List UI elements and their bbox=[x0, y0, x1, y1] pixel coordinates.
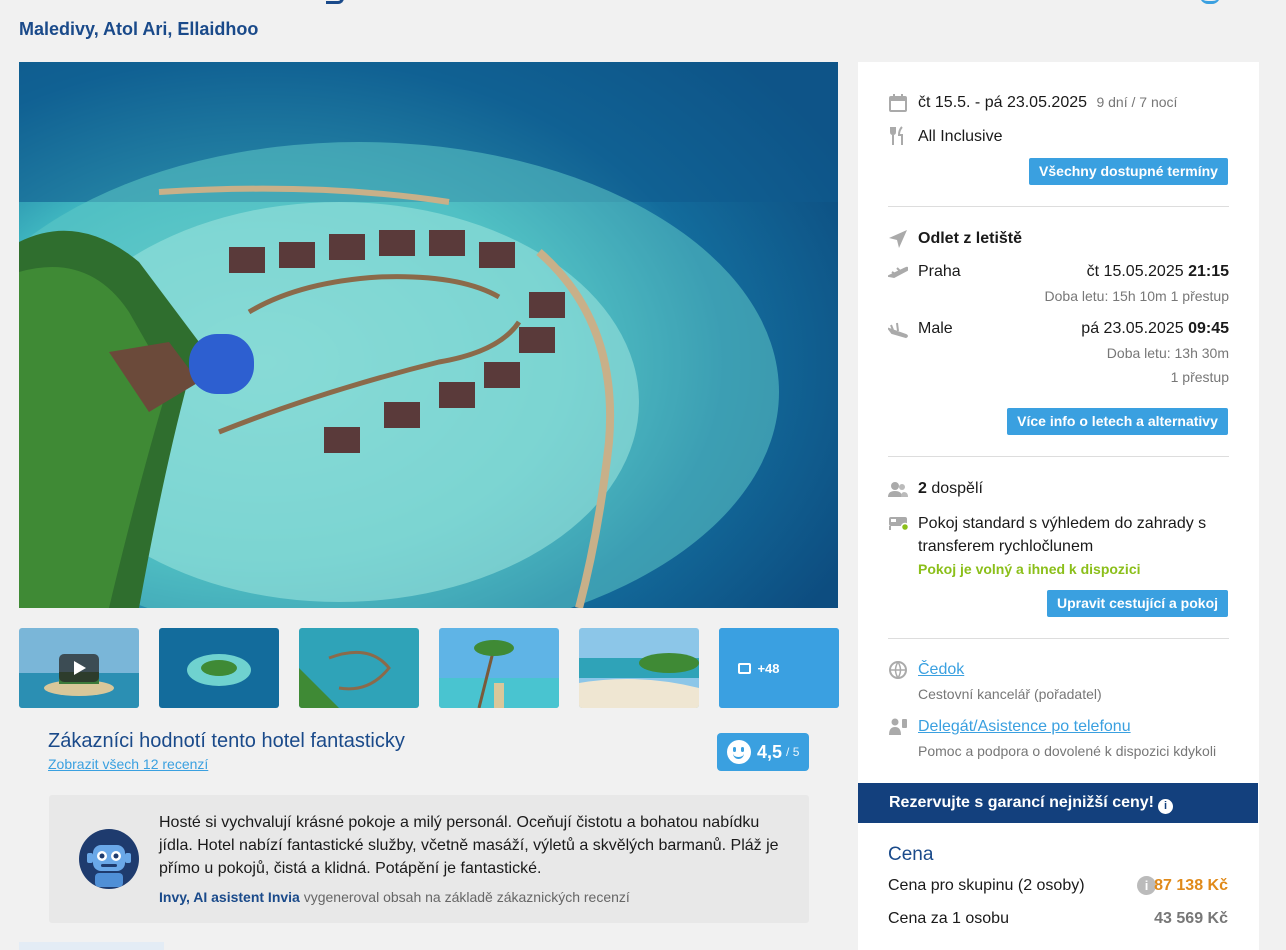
outbound-city: Praha bbox=[918, 263, 961, 280]
departure-heading: Odlet z letiště bbox=[918, 230, 1023, 247]
ai-summary-text: Hosté si vychvalují krásné pokoje a milý… bbox=[159, 814, 779, 877]
travelers-row: 2 dospělí bbox=[888, 479, 1229, 501]
reviews-title: Zákazníci hodnotí tento hotel fantastick… bbox=[48, 730, 405, 752]
gallery-more[interactable]: +48 bbox=[719, 628, 839, 708]
assistance-description: Pomoc a podpora o dovolené k dispozici k… bbox=[918, 743, 1217, 759]
rating-badge: 4,5 / 5 bbox=[717, 733, 809, 771]
board-row: All Inclusive bbox=[888, 126, 1229, 148]
inbound-time: 09:45 bbox=[1188, 320, 1229, 337]
bed-icon bbox=[889, 517, 908, 532]
plane-takeoff-icon bbox=[888, 266, 908, 279]
price-title: Cena bbox=[888, 844, 934, 865]
assistance-row: Delegát/Asistence po telefonu Pomoc a po… bbox=[888, 717, 1229, 763]
outbound-date: čt 15.05.2025 bbox=[1086, 263, 1184, 280]
ai-attribution: Invy, AI asistent Invia vygeneroval obsa… bbox=[159, 889, 630, 905]
bottom-fragment bbox=[19, 942, 164, 950]
top-right-fragment bbox=[1200, 0, 1220, 4]
travel-duration: 9 dní / 7 nocí bbox=[1096, 94, 1178, 110]
gallery-thumbnail[interactable] bbox=[579, 628, 699, 708]
ai-note: vygeneroval obsah na základě zákaznickýc… bbox=[299, 889, 630, 905]
gallery-more-count: +48 bbox=[757, 660, 780, 676]
group-price-row: Cena pro skupinu (2 osoby) i 87 138 Kč bbox=[888, 876, 1228, 895]
outbound-time: 21:15 bbox=[1188, 263, 1229, 280]
main-photo[interactable] bbox=[19, 62, 838, 608]
divider bbox=[888, 456, 1229, 457]
ai-summary-box: Hosté si vychvalují krásné pokoje a milý… bbox=[49, 795, 809, 923]
play-icon[interactable] bbox=[59, 654, 99, 682]
info-icon[interactable]: i bbox=[1158, 799, 1173, 814]
gallery-thumbnail[interactable] bbox=[439, 628, 559, 708]
room-description: Pokoj standard s výhledem do zahrady s t… bbox=[918, 515, 1207, 555]
navigation-arrow-icon bbox=[889, 230, 907, 248]
hotel-location: Maledivy, Atol Ari, Ellaidhoo bbox=[19, 19, 259, 39]
outbound-info: Doba letu: 15h 10m 1 přestup bbox=[1044, 288, 1229, 304]
board-type: All Inclusive bbox=[918, 128, 1003, 145]
inbound-city: Male bbox=[918, 320, 953, 337]
info-icon[interactable]: i bbox=[1137, 876, 1156, 895]
inbound-info: Doba letu: 13h 30m bbox=[1106, 345, 1229, 361]
users-icon bbox=[888, 482, 908, 497]
room-row: Pokoj standard s výhledem do zahrady s t… bbox=[888, 512, 1229, 582]
cutlery-icon bbox=[890, 126, 903, 145]
smiley-icon bbox=[727, 740, 751, 764]
calendar-icon bbox=[889, 94, 907, 112]
flight-info-button[interactable]: Více info o letech a alternativy bbox=[1007, 408, 1228, 435]
group-price-label: Cena pro skupinu (2 osoby) bbox=[888, 877, 1085, 894]
agency-row: Čedok Cestovní kancelář (pořadatel) bbox=[888, 660, 1229, 706]
gallery-thumbnail[interactable] bbox=[159, 628, 279, 708]
person-price-value: 43 569 Kč bbox=[1154, 910, 1228, 927]
plane-landing-icon bbox=[888, 322, 908, 339]
inbound-stops: 1 přestup bbox=[1170, 369, 1229, 385]
title-fragment bbox=[260, 0, 350, 6]
inbound-flight: Male pá 23.05.2025 09:45 Doba letu: 13h … bbox=[888, 319, 1229, 389]
video-thumbnail[interactable] bbox=[19, 628, 139, 708]
ai-author: Invy, AI asistent Invia bbox=[159, 889, 300, 905]
assistance-link[interactable]: Delegát/Asistence po telefonu bbox=[918, 718, 1131, 736]
inbound-date: pá 23.05.2025 bbox=[1081, 320, 1184, 337]
person-price-label: Cena za 1 osobu bbox=[888, 910, 1009, 927]
all-reviews-link[interactable]: Zobrazit všech 12 recenzí bbox=[48, 756, 208, 772]
ai-robot-avatar bbox=[79, 829, 139, 889]
thumbnail-strip: +48 bbox=[19, 628, 839, 708]
person-price-row: Cena za 1 osobu 43 569 Kč bbox=[888, 910, 1228, 928]
globe-icon bbox=[889, 661, 907, 679]
group-price-value: 87 138 Kč bbox=[1154, 877, 1228, 894]
assistant-phone-icon bbox=[889, 718, 907, 735]
outbound-flight: Praha čt 15.05.2025 21:15 Doba letu: 15h… bbox=[888, 262, 1229, 306]
divider bbox=[888, 638, 1229, 639]
travelers-count: 2 bbox=[918, 480, 927, 497]
all-dates-button[interactable]: Všechny dostupné termíny bbox=[1029, 158, 1228, 185]
gallery-thumbnail[interactable] bbox=[299, 628, 419, 708]
price-guarantee-banner: Rezervujte s garancí nejnižší ceny! i bbox=[858, 783, 1258, 823]
agency-link[interactable]: Čedok bbox=[918, 661, 964, 679]
agency-description: Cestovní kancelář (pořadatel) bbox=[918, 686, 1102, 702]
gallery-icon bbox=[738, 662, 752, 674]
travel-dates: čt 15.5. - pá 23.05.2025 bbox=[918, 94, 1088, 111]
travelers-label: dospělí bbox=[926, 480, 983, 497]
departure-row: Odlet z letiště bbox=[888, 229, 1229, 251]
rating-score: 4,5 bbox=[757, 741, 783, 762]
dates-row: čt 15.5. - pá 23.05.2025 9 dní / 7 nocí bbox=[888, 93, 1229, 115]
rating-scale: / 5 bbox=[786, 745, 800, 759]
divider bbox=[888, 206, 1229, 207]
room-availability: Pokoj je volný a ihned k dispozici bbox=[918, 561, 1141, 577]
guarantee-text: Rezervujte s garancí nejnižší ceny! bbox=[889, 794, 1154, 811]
edit-travelers-button[interactable]: Upravit cestující a pokoj bbox=[1047, 590, 1228, 617]
